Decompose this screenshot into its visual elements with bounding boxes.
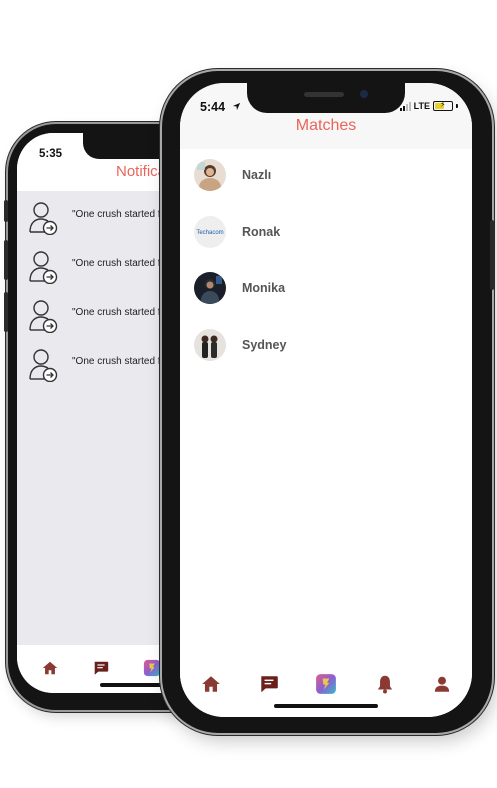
match-name: Monika [242,281,286,295]
app-logo-icon[interactable] [315,673,337,695]
home-icon[interactable] [200,673,222,695]
avatar-logo-text: Techacom [196,230,223,236]
tab-bar [180,657,472,717]
back-phone-side-button [4,292,8,332]
match-item-ronak[interactable]: Techacom Ronak [180,208,472,258]
front-camera [360,90,368,98]
match-item-sydney[interactable]: Sydney [180,321,472,371]
profile-icon[interactable] [431,673,453,695]
avatar [194,159,226,191]
user-follow-icon [29,202,58,235]
match-name: Sydney [242,338,287,352]
match-item-monika[interactable]: Monika [180,264,472,314]
status-time: 5:44 [200,100,226,114]
back-phone-side-button [4,240,8,280]
front-phone-side-button [490,220,494,290]
chat-icon[interactable] [92,659,110,677]
home-indicator [274,704,378,708]
chat-icon[interactable] [258,673,280,695]
battery-icon: ⚡ [433,100,453,111]
status-indicators: LTE ⚡ [399,100,458,111]
match-name: Nazlı [242,168,272,182]
bell-icon[interactable] [374,673,396,695]
match-name: Ronak [242,225,281,239]
back-phone-side-button [4,200,8,222]
phone-notch [247,83,405,113]
page-title: Matches [295,117,357,134]
matches-screen: 5:44 LTE ⚡ Matches Nazlı Techacom Ronak … [180,83,472,717]
avatar: Techacom [194,216,226,248]
home-icon[interactable] [41,659,59,677]
user-follow-icon [29,349,58,382]
speaker-grille [304,92,344,97]
location-arrow-icon [232,102,241,111]
avatar [194,329,226,361]
cellular-signal-icon [399,101,411,111]
user-follow-icon [29,300,58,333]
matches-header: 5:44 LTE ⚡ Matches [180,83,472,149]
match-item-nazli[interactable]: Nazlı [180,151,472,201]
user-follow-icon [29,251,58,284]
network-type: LTE [413,101,430,111]
avatar [194,272,226,304]
status-time: 5:35 [39,148,63,160]
app-logo-icon[interactable] [143,659,161,677]
